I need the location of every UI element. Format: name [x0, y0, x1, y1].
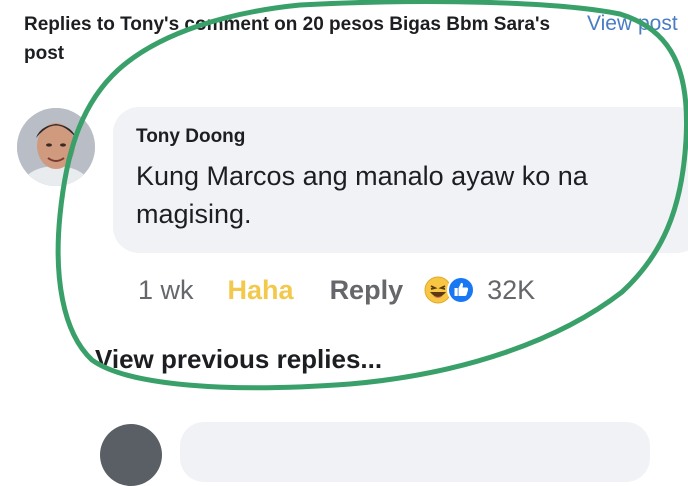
avatar-photo — [17, 108, 95, 186]
comment-author[interactable]: Tony Doong — [136, 126, 245, 148]
reply-avatar[interactable] — [100, 424, 162, 486]
haha-reaction-button[interactable]: Haha — [228, 275, 294, 306]
view-post-link[interactable]: View post — [587, 12, 678, 36]
comment-timestamp[interactable]: 1 wk — [138, 275, 194, 306]
reaction-summary[interactable]: 32K — [423, 275, 535, 306]
comment-actions: 1 wk Haha Reply 32K — [138, 272, 535, 308]
like-icon — [447, 276, 476, 304]
reply-bubble — [180, 422, 650, 482]
avatar[interactable] — [17, 108, 95, 186]
view-previous-replies-link[interactable]: View previous replies... — [95, 344, 382, 375]
page-title: Replies to Tony's comment on 20 pesos Bi… — [24, 14, 551, 64]
reaction-count: 32K — [487, 274, 536, 305]
reply-button[interactable]: Reply — [330, 275, 404, 306]
comment-text: Kung Marcos ang manalo ayaw ko na magisi… — [136, 161, 588, 229]
